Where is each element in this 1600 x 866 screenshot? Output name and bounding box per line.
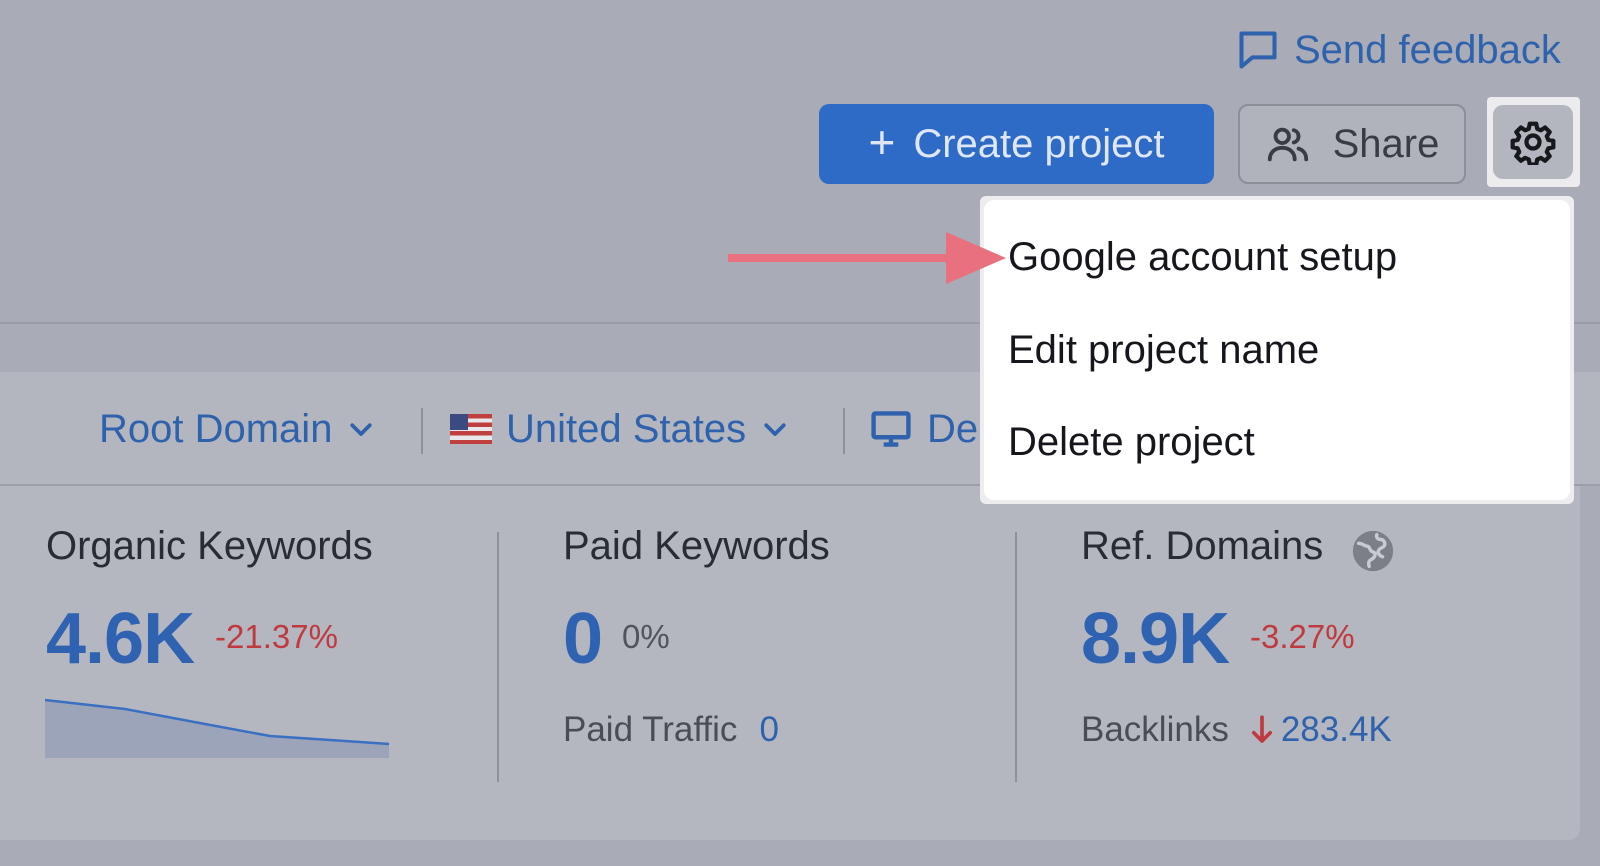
plus-icon: + [868,116,896,168]
chevron-down-icon [764,423,786,436]
organic-keywords-value[interactable]: 4.6K [46,598,195,680]
menu-item-google-account-setup[interactable]: Google account setup [1008,235,1397,280]
settings-dropdown-menu: Google account setup Edit project name D… [980,196,1574,504]
globe-icon[interactable] [1350,528,1396,574]
ref-domains-label: Ref. Domains [1081,524,1324,568]
root-domain-dropdown[interactable]: Root Domain [99,400,376,458]
chevron-down-icon [350,423,373,436]
share-label: Share [1332,121,1440,166]
menu-item-delete-project[interactable]: Delete project [1008,420,1255,465]
create-project-button[interactable]: + Create project [819,104,1214,184]
filter-separator [843,408,845,454]
paid-keywords-label: Paid Keywords [563,524,830,568]
root-domain-label: Root Domain [99,406,333,451]
country-label: United States [506,406,747,451]
send-feedback-label: Send feedback [1294,27,1561,72]
organic-keywords-label: Organic Keywords [46,524,373,568]
monitor-icon [871,411,911,447]
organic-keywords-delta: -21.37% [215,618,338,655]
paid-traffic-row: Paid Traffic 0 [563,710,779,750]
share-button[interactable]: Share [1238,104,1466,184]
gear-icon [1510,121,1556,165]
paid-keywords-value[interactable]: 0 [563,598,603,680]
users-icon [1267,127,1308,162]
device-label: De [927,406,979,451]
ref-domains-delta: -3.27% [1250,618,1355,655]
send-feedback-link[interactable]: Send feedback [1236,24,1561,76]
paid-keywords-delta: 0% [622,618,670,655]
column-separator [497,532,499,782]
filter-separator [421,408,423,454]
annotation-arrow-icon [728,232,1006,284]
backlinks-row: Backlinks 283.4K [1081,710,1392,750]
settings-highlight [1487,97,1580,187]
menu-item-edit-project-name[interactable]: Edit project name [1008,328,1319,373]
backlinks-value[interactable]: 283.4K [1281,710,1392,750]
organic-trend-sparkline [45,698,390,758]
dropdown-panel: Google account setup Edit project name D… [984,200,1570,500]
ref-domains-value[interactable]: 8.9K [1081,598,1230,680]
us-flag-icon [450,414,492,444]
device-dropdown[interactable]: De [869,400,978,458]
stats-panel: Organic Keywords 4.6K -21.37% Paid Keywo… [0,486,1580,840]
backlinks-label: Backlinks [1081,710,1229,749]
paid-traffic-value[interactable]: 0 [759,710,778,750]
column-separator [1015,532,1017,782]
arrow-down-icon [1251,715,1272,743]
speech-bubble-icon [1239,31,1277,69]
create-project-label: Create project [913,121,1165,166]
paid-traffic-label: Paid Traffic [563,710,738,749]
country-dropdown[interactable]: United States [450,400,790,458]
settings-button[interactable] [1493,105,1573,179]
